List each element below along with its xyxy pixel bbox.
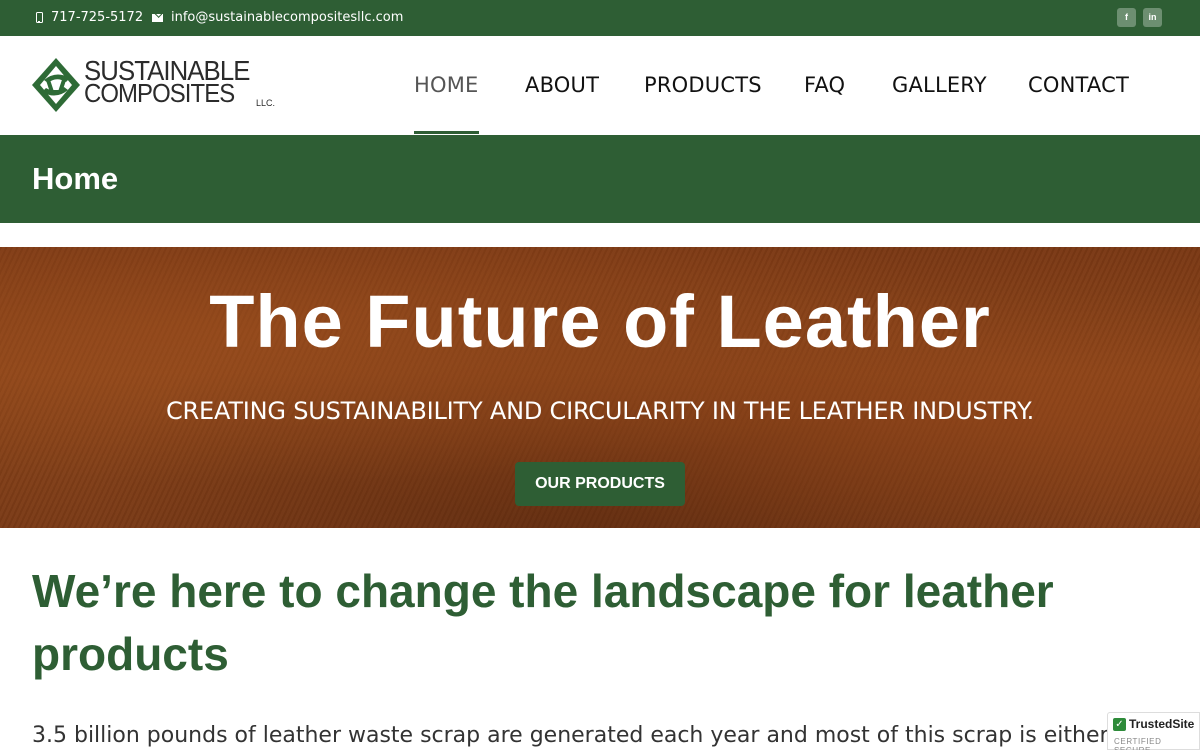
badge-title: TrustedSite — [1129, 717, 1195, 731]
hero-banner: The Future of Leather CREATING SUSTAINAB… — [0, 247, 1200, 528]
hero-tagline: CREATING SUSTAINABILITY AND CIRCULARITY … — [165, 397, 1035, 425]
hero-title: The Future of Leather — [209, 280, 991, 363]
page-title-bar: Home — [0, 135, 1200, 223]
page-title: Home — [32, 161, 119, 196]
linkedin-icon[interactable]: in — [1143, 8, 1162, 27]
nav-faq[interactable]: FAQ — [804, 73, 845, 97]
nav-gallery[interactable]: GALLERY — [892, 73, 987, 97]
badge-subtitle: CERTIFIED SECURE — [1114, 737, 1162, 750]
nav-contact[interactable]: CONTACT — [1028, 73, 1129, 97]
intro-paragraph: 3.5 billion pounds of leather waste scra… — [32, 723, 1132, 748]
logo-mark-icon — [32, 58, 80, 112]
check-icon: ✓ — [1113, 718, 1126, 731]
email-address[interactable]: info@sustainablecompositesllc.com — [171, 10, 403, 25]
phone-contact[interactable]: 717-725-5172 — [36, 10, 143, 25]
phone-number[interactable]: 717-725-5172 — [51, 10, 143, 25]
our-products-button[interactable]: OUR PRODUCTS — [515, 462, 685, 506]
nav-about[interactable]: ABOUT — [525, 73, 599, 97]
logo-line-2: COMPOSITES — [84, 77, 235, 108]
email-contact[interactable]: info@sustainablecompositesllc.com — [152, 10, 403, 25]
nav-active-indicator — [414, 131, 479, 134]
site-header: SUSTAINABLE COMPOSITES LLC. HOME ABOUT P… — [0, 36, 1200, 135]
site-logo[interactable]: SUSTAINABLE COMPOSITES LLC. — [30, 56, 280, 116]
facebook-icon[interactable]: f — [1117, 8, 1136, 27]
logo-wordmark: SUSTAINABLE COMPOSITES — [84, 57, 264, 108]
top-contact-bar: 717-725-5172 info@sustainablecompositesl… — [0, 0, 1200, 36]
envelope-icon — [152, 13, 163, 22]
nav-products[interactable]: PRODUCTS — [644, 73, 762, 97]
nav-home[interactable]: HOME — [414, 73, 479, 97]
logo-suffix: LLC. — [256, 98, 276, 108]
trustedsite-badge[interactable]: ✓ TrustedSite CERTIFIED SECURE — [1107, 712, 1200, 750]
phone-icon — [36, 12, 43, 23]
section-heading: We’re here to change the landscape for l… — [32, 565, 1054, 680]
